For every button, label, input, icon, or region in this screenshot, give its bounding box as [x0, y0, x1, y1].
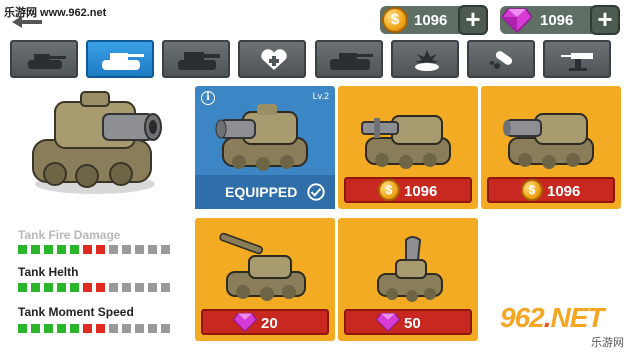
stat-segment — [135, 324, 144, 333]
watermark-bottom: 962.NET 乐游网 — [500, 300, 628, 352]
stat-segment — [70, 283, 79, 292]
stat-label-speed: Tank Moment Speed — [18, 305, 134, 319]
stat-segment — [148, 324, 157, 333]
stat-segment — [161, 324, 170, 333]
stat-segment — [135, 283, 144, 292]
buy-button[interactable]: 50 — [344, 309, 472, 335]
buy-button[interactable]: $ 1096 — [344, 177, 472, 203]
tank-preview-image — [32, 91, 162, 194]
mine-explosion-icon — [415, 50, 439, 71]
stat-segment — [31, 324, 40, 333]
stat-segment — [109, 245, 118, 254]
price-label: 50 — [404, 315, 421, 332]
back-arrow-icon[interactable] — [12, 16, 42, 28]
turret-icon — [561, 53, 593, 71]
stat-segment — [57, 245, 66, 254]
watermark-logo: 962.NET — [500, 302, 605, 333]
stat-segment — [122, 245, 131, 254]
tab-light-tank[interactable] — [10, 40, 78, 78]
buy-button[interactable]: $ 1096 — [487, 177, 615, 203]
tab-tank[interactable] — [86, 40, 154, 78]
stat-segment — [96, 283, 105, 292]
coin-icon: $ — [382, 7, 408, 33]
stat-segment — [57, 324, 66, 333]
armored-tank-icon — [330, 53, 373, 70]
stat-segment — [31, 283, 40, 292]
price-label: 20 — [261, 315, 278, 332]
stat-segment — [57, 283, 66, 292]
gem-amount: 1096 — [540, 12, 574, 29]
check-icon — [307, 183, 325, 201]
tank-image — [361, 115, 451, 169]
stat-segment — [18, 245, 27, 254]
stat-segment — [96, 245, 105, 254]
stat-label-fire-damage: Tank Fire Damage — [18, 228, 121, 242]
tank-image — [215, 104, 308, 171]
equipped-status: EQUIPPED — [195, 175, 335, 209]
stat-segment — [44, 324, 53, 333]
tab-missile[interactable] — [467, 40, 535, 78]
stat-segment — [161, 245, 170, 254]
tab-turret[interactable] — [543, 40, 611, 78]
stat-segment — [44, 283, 53, 292]
stat-segment — [148, 245, 157, 254]
tab-mine[interactable] — [391, 40, 459, 78]
stat-segment — [122, 324, 131, 333]
buy-button[interactable]: 20 — [201, 309, 329, 335]
missile-icon — [490, 51, 513, 69]
stat-segment — [96, 324, 105, 333]
tank-icon — [102, 53, 144, 70]
stat-segment — [109, 324, 118, 333]
tank-image — [219, 232, 306, 301]
equipped-label: EQUIPPED — [225, 184, 298, 200]
light-tank-icon — [28, 54, 66, 69]
coin-icon: $ — [378, 179, 400, 201]
tank-card-gatling[interactable]: $ 1096 — [338, 86, 478, 209]
stat-segment — [148, 283, 157, 292]
coin-amount: 1096 — [414, 12, 448, 29]
price-label: 1096 — [547, 183, 581, 200]
stat-segment — [31, 245, 40, 254]
stat-label-health: Tank Helth — [18, 265, 79, 279]
stat-segment — [122, 283, 131, 292]
tank-card-equipped[interactable]: i Lv.2 EQUIPPED — [195, 86, 335, 209]
category-tabs — [10, 40, 626, 78]
add-coins-button[interactable]: + — [458, 5, 488, 35]
tank-card-flamethrower[interactable]: 50 — [338, 218, 478, 341]
stat-segment — [83, 245, 92, 254]
gem-icon — [502, 8, 532, 33]
coin-icon: $ — [521, 179, 543, 201]
tab-armored-tank[interactable] — [315, 40, 383, 78]
stat-segment — [161, 283, 170, 292]
stat-segment — [83, 283, 92, 292]
stat-segment — [18, 324, 27, 333]
heart-plus-icon — [261, 49, 287, 70]
price-label: 1096 — [404, 183, 438, 200]
tab-health[interactable] — [238, 40, 306, 78]
stat-segment — [109, 283, 118, 292]
gem-icon — [233, 312, 257, 332]
stat-segment — [135, 245, 144, 254]
stat-segment — [18, 283, 27, 292]
stat-segment — [70, 324, 79, 333]
gem-balance: 1096 + — [500, 5, 620, 35]
gem-icon — [376, 312, 400, 332]
tank-card-cannon[interactable]: $ 1096 — [481, 86, 621, 209]
stat-segment — [44, 245, 53, 254]
tank-image — [503, 113, 594, 169]
stat-segment — [70, 245, 79, 254]
add-gems-button[interactable]: + — [590, 5, 620, 35]
stat-segment — [83, 324, 92, 333]
tank-card-artillery[interactable]: 20 — [195, 218, 335, 341]
coin-balance: $ 1096 + — [380, 5, 488, 35]
heavy-tank-icon — [178, 52, 220, 70]
watermark-text: 乐游网 — [591, 337, 624, 349]
tank-image — [377, 236, 443, 302]
tab-heavy-tank[interactable] — [162, 40, 230, 78]
